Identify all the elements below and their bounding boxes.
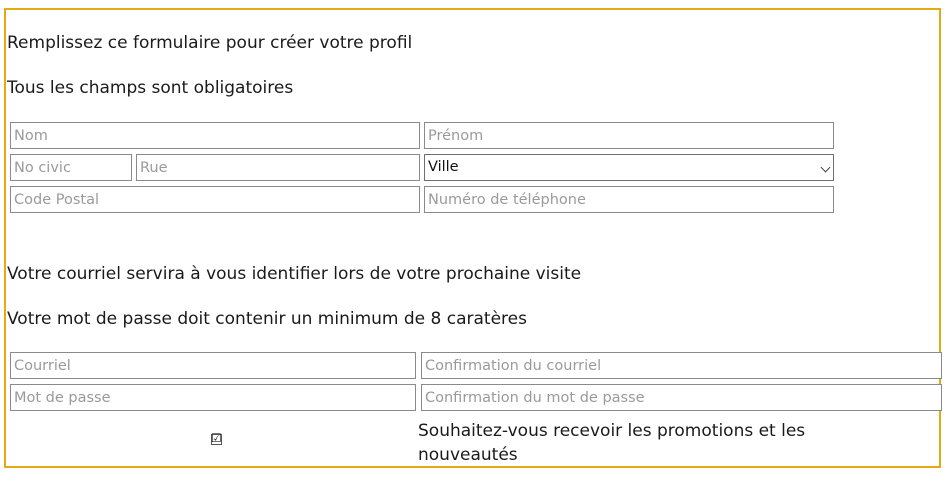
required-fields-note: Tous les champs sont obligatoires (7, 78, 294, 98)
promotions-label: Souhaitez-vous recevoir les promotions e… (418, 421, 806, 465)
rue-field[interactable] (136, 154, 420, 181)
email-info-text: Votre courriel servira à vous identifier… (7, 264, 582, 284)
confirm-courriel-field[interactable] (421, 352, 942, 379)
mot-de-passe-field[interactable] (10, 384, 416, 411)
checkmark-icon: ☑ (211, 431, 222, 445)
courriel-field[interactable] (10, 352, 416, 379)
confirm-mot-de-passe-field[interactable] (421, 384, 942, 411)
nom-field[interactable] (10, 122, 420, 149)
password-rule-text: Votre mot de passe doit contenir un mini… (7, 309, 527, 329)
promotions-checkbox[interactable]: ☑ (211, 431, 222, 445)
ville-select[interactable]: Ville (424, 154, 834, 181)
code-postal-field[interactable] (10, 186, 420, 213)
ville-selected-value: Ville (428, 159, 459, 175)
no-civic-field[interactable] (10, 154, 132, 181)
telephone-field[interactable] (424, 186, 834, 213)
chevron-down-icon (820, 162, 831, 173)
form-intro-text: Remplissez ce formulaire pour créer votr… (7, 33, 413, 53)
prenom-field[interactable] (424, 122, 834, 149)
